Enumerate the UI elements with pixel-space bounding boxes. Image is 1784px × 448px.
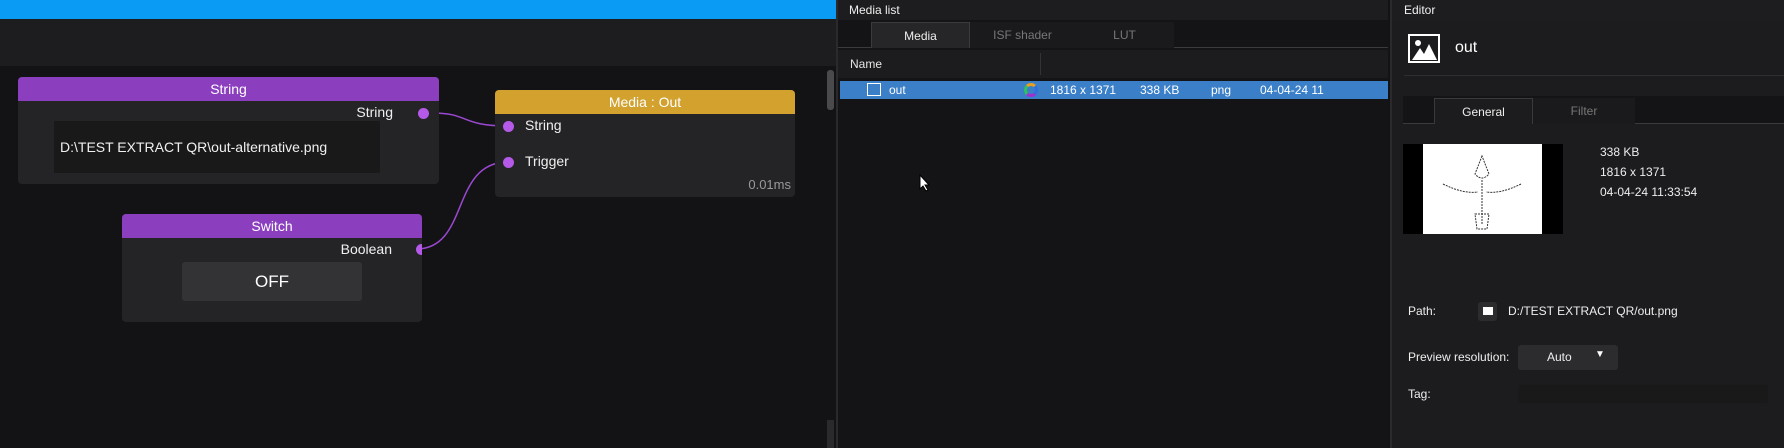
path-value: D:/TEST EXTRACT QR/out.png: [1508, 304, 1678, 318]
panel-title: Editor: [1392, 0, 1784, 20]
image-icon: [1408, 34, 1440, 63]
tab-filter[interactable]: Filter: [1533, 98, 1635, 124]
media-row[interactable]: out 1816 x 1371 338 KB png 04-04-24 11: [840, 81, 1388, 99]
collapse-handle[interactable]: [827, 420, 834, 448]
switch-node[interactable]: Switch Boolean OFF: [122, 214, 422, 322]
mouse-cursor-icon: [919, 174, 931, 192]
info-size: 338 KB: [1600, 145, 1640, 159]
input-label: String: [525, 117, 562, 133]
panel-title: Media list: [838, 0, 1388, 20]
tab-general[interactable]: General: [1434, 98, 1533, 124]
list-header: Name: [838, 50, 1388, 78]
output-port[interactable]: [418, 108, 429, 119]
input-port-trigger[interactable]: [503, 157, 514, 168]
image-icon: [867, 83, 881, 96]
tab-media[interactable]: Media: [871, 22, 970, 48]
folder-icon: [1483, 307, 1493, 315]
string-node[interactable]: String String D:\TEST EXTRACT QR\out-alt…: [18, 77, 439, 184]
tag-label: Tag:: [1408, 387, 1431, 401]
media-format: png: [1211, 83, 1232, 97]
node-title: Switch: [122, 214, 422, 238]
preview-resolution-dropdown[interactable]: Auto ▼: [1518, 345, 1618, 370]
media-resolution: 1816 x 1371: [1050, 83, 1117, 97]
media-thumbnail: [1403, 144, 1563, 234]
info-date: 04-04-24 11:33:54: [1600, 185, 1698, 199]
column-name[interactable]: Name: [850, 57, 882, 71]
string-value-field[interactable]: D:\TEST EXTRACT QR\out-alternative.png: [54, 121, 380, 173]
open-folder-button[interactable]: [1478, 302, 1497, 321]
chevron-down-icon: ▼: [1595, 349, 1605, 360]
node-title: String: [18, 77, 439, 101]
tab-lut[interactable]: LUT: [1075, 22, 1174, 48]
tab-isf-shader[interactable]: ISF shader: [970, 22, 1075, 48]
toggle-button[interactable]: OFF: [182, 262, 362, 301]
node-title: Media : Out: [495, 90, 795, 114]
input-port-string[interactable]: [503, 121, 514, 132]
editor-panel: Editor out General Filter 338 KB 1816 x …: [1390, 0, 1784, 448]
path-label: Path:: [1408, 304, 1437, 318]
output-label: Boolean: [340, 241, 392, 257]
preview-resolution-label: Preview resolution:: [1408, 350, 1510, 364]
info-resolution: 1816 x 1371: [1600, 165, 1667, 179]
media-name: out: [889, 83, 906, 97]
media-title: out: [1455, 39, 1478, 56]
tag-input[interactable]: [1518, 385, 1768, 403]
timing-label: 0.01ms: [748, 177, 791, 192]
input-label: Trigger: [525, 153, 569, 169]
dropdown-value: Auto: [1547, 350, 1572, 364]
canvas-scrollbar[interactable]: [827, 70, 834, 110]
color-wheel-icon: [1024, 83, 1038, 97]
media-list-panel: Media list Media ISF shader LUT Name out…: [838, 0, 1388, 448]
media-out-node[interactable]: Media : Out String Trigger 0.01ms: [495, 90, 795, 197]
output-label: String: [356, 104, 393, 120]
media-date: 04-04-24 11: [1260, 83, 1324, 97]
media-size: 338 KB: [1140, 83, 1180, 97]
output-port[interactable]: [416, 244, 422, 255]
